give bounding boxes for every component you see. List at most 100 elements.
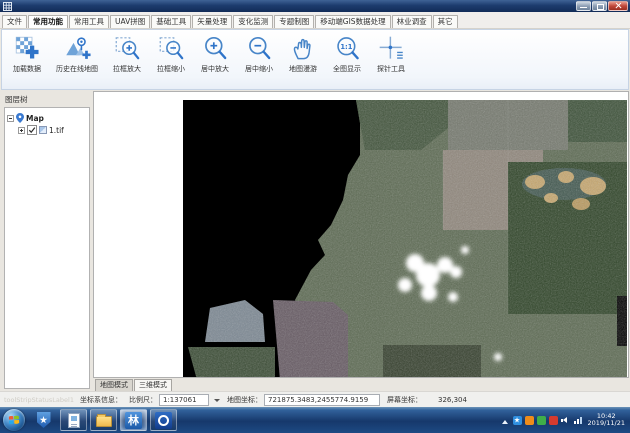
star-badge-icon xyxy=(37,412,51,428)
center-zoom-out-icon xyxy=(246,35,273,62)
tray-icon-red[interactable] xyxy=(549,416,558,425)
box-zoom-out-icon xyxy=(158,35,185,62)
toolbar: 加载数据 历史在线地图 拉框放大 xyxy=(1,29,629,90)
tray-icon-orange[interactable] xyxy=(525,416,534,425)
layer-panel: 图层树 Map xyxy=(1,91,93,391)
box-zoom-in-icon xyxy=(114,35,141,62)
history-online-map-icon xyxy=(64,35,91,62)
menu-tab-mobile-gis-data[interactable]: 移动端GIS数据处理 xyxy=(315,15,390,28)
load-data-icon xyxy=(14,35,41,62)
start-button[interactable] xyxy=(3,409,25,431)
status-bar: toolStripStatusLabel1 坐标系信息： 比例尺： 1:1370… xyxy=(0,391,630,407)
screen-coord-value: 326,304 xyxy=(438,396,467,404)
tool-box-zoom-in[interactable]: 拉框放大 xyxy=(107,33,147,74)
tray-expand-icon[interactable] xyxy=(502,417,508,424)
layer-tree-item-row[interactable]: 1.tif xyxy=(7,124,87,136)
taskbar-app-document[interactable] xyxy=(60,409,87,431)
layer-tree-root-label[interactable]: Map xyxy=(26,114,44,123)
tool-label: 居中缩小 xyxy=(245,64,273,74)
map-canvas[interactable] xyxy=(93,91,629,378)
system-tray: 10:42 2019/11/21 xyxy=(502,413,627,428)
menu-tab-common-functions[interactable]: 常用功能 xyxy=(28,15,68,28)
tool-label: 地图漫游 xyxy=(289,64,317,74)
taskbar: 林 10:42 2019/11/21 xyxy=(0,407,630,433)
tray-icon-blue-star[interactable] xyxy=(513,416,522,425)
tool-full-extent[interactable]: 1:1 全图显示 xyxy=(327,33,367,74)
menu-tab-bar: 文件 常用功能 常用工具 UAV拼图 基础工具 矢量处理 变化监测 专题制图 移… xyxy=(0,12,630,29)
tool-pan[interactable]: 地图漫游 xyxy=(283,33,323,74)
map-coord-value: 721875.3483,2455774.9159 xyxy=(264,394,380,406)
forest-app-glyph: 林 xyxy=(128,412,139,429)
tool-label: 全图显示 xyxy=(333,64,361,74)
tool-history-online-map[interactable]: 历史在线地图 xyxy=(51,33,103,74)
tool-center-zoom-out[interactable]: 居中缩小 xyxy=(239,33,279,74)
center-zoom-in-icon xyxy=(202,35,229,62)
map-pin-icon xyxy=(16,113,24,123)
tool-label: 探针工具 xyxy=(377,64,405,74)
tool-label: 加载数据 xyxy=(13,64,41,74)
tool-label: 拉框缩小 xyxy=(157,64,185,74)
tray-icon-green[interactable] xyxy=(537,416,546,425)
maximize-button[interactable] xyxy=(592,1,607,11)
pan-hand-icon xyxy=(290,35,317,62)
taskbar-clock[interactable]: 10:42 2019/11/21 xyxy=(588,413,625,428)
folder-icon xyxy=(96,416,112,427)
menu-tab-uav-mosaic[interactable]: UAV拼图 xyxy=(110,15,150,28)
menu-tab-change-monitoring[interactable]: 变化监测 xyxy=(233,15,273,28)
taskbar-app-folder[interactable] xyxy=(90,409,117,431)
scale-label: 比例尺： xyxy=(129,395,157,405)
tab-map-mode[interactable]: 地图模式 xyxy=(95,379,133,391)
menu-tab-vector-processing[interactable]: 矢量处理 xyxy=(192,15,232,28)
volume-icon[interactable] xyxy=(561,416,571,425)
tab-3d-mode[interactable]: 三维模式 xyxy=(134,379,172,391)
layer-tree: Map 1.tif xyxy=(4,107,90,389)
scale-input[interactable]: 1:137061 xyxy=(159,394,209,406)
tool-label: 历史在线地图 xyxy=(56,64,98,74)
menu-tab-other[interactable]: 其它 xyxy=(433,15,458,28)
windows-logo-icon xyxy=(8,414,20,426)
tool-label: 拉框放大 xyxy=(113,64,141,74)
tool-load-data[interactable]: 加载数据 xyxy=(7,33,47,74)
titlebar xyxy=(0,0,630,12)
clock-date: 2019/11/21 xyxy=(588,420,625,428)
layer-panel-title: 图层树 xyxy=(1,91,93,107)
taskbar-app-forest-gis[interactable]: 林 xyxy=(120,409,147,431)
maximize-icon xyxy=(597,4,604,10)
application-window: 文件 常用功能 常用工具 UAV拼图 基础工具 矢量处理 变化监测 专题制图 移… xyxy=(0,0,630,433)
minimize-icon xyxy=(580,7,587,9)
satellite-imagery xyxy=(183,100,627,378)
map-view: 地图模式 三维模式 xyxy=(93,91,629,391)
scale-dropdown-arrow-icon[interactable] xyxy=(214,399,220,405)
check-icon xyxy=(28,126,36,134)
forest-app-icon: 林 xyxy=(125,412,142,429)
collapse-icon[interactable] xyxy=(7,115,14,122)
minimize-button[interactable] xyxy=(576,1,591,11)
menu-tab-forestry-survey[interactable]: 林业调查 xyxy=(392,15,432,28)
map-coord-label: 地图坐标： xyxy=(227,395,262,405)
layer-tree-item-label[interactable]: 1.tif xyxy=(49,126,64,135)
taskbar-app-star[interactable] xyxy=(30,409,57,431)
full-extent-icon-text: 1:1 xyxy=(340,43,352,51)
tool-probe[interactable]: 探针工具 xyxy=(371,33,411,74)
tool-box-zoom-out[interactable]: 拉框缩小 xyxy=(151,33,191,74)
raster-layer-icon xyxy=(39,126,47,134)
tool-label: 居中放大 xyxy=(201,64,229,74)
expand-icon[interactable] xyxy=(18,127,25,134)
map-mode-tab-bar: 地图模式 三维模式 xyxy=(93,378,629,391)
ring-app-icon xyxy=(155,412,172,429)
coord-sys-label: 坐标系信息： xyxy=(80,395,122,405)
main-area: 图层树 Map xyxy=(0,90,630,391)
menu-tab-basic-tools[interactable]: 基础工具 xyxy=(151,15,191,28)
full-extent-icon: 1:1 xyxy=(334,35,361,62)
taskbar-app-ring[interactable] xyxy=(150,409,177,431)
document-icon xyxy=(68,413,80,428)
menu-tab-thematic-mapping[interactable]: 专题制图 xyxy=(274,15,314,28)
layer-tree-root-row[interactable]: Map xyxy=(7,112,87,124)
status-placeholder-label: toolStripStatusLabel1 xyxy=(4,396,80,404)
menu-tab-common-tools[interactable]: 常用工具 xyxy=(69,15,109,28)
network-icon[interactable] xyxy=(574,417,583,424)
layer-visibility-checkbox[interactable] xyxy=(27,125,37,135)
tool-center-zoom-in[interactable]: 居中放大 xyxy=(195,33,235,74)
close-button[interactable] xyxy=(608,1,628,11)
menu-tab-file[interactable]: 文件 xyxy=(2,15,27,28)
